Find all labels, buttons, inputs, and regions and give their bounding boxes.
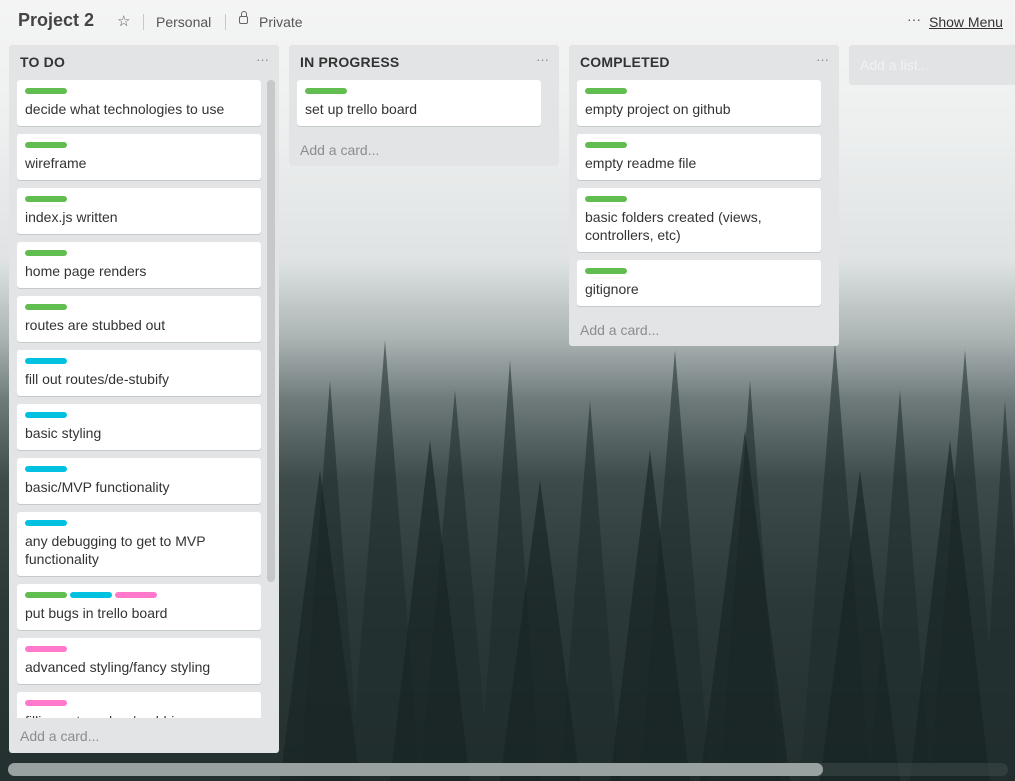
card[interactable]: gitignore xyxy=(577,260,821,306)
list-in-progress: IN PROGRESS ··· set up trello board Add … xyxy=(289,45,559,166)
card-label-green xyxy=(305,88,347,94)
card-title: any debugging to get to MVP functionalit… xyxy=(25,533,206,567)
card-labels xyxy=(25,646,253,652)
more-icon[interactable]: ··· xyxy=(907,11,921,27)
card[interactable]: advanced styling/fancy styling xyxy=(17,638,261,684)
card-labels xyxy=(585,196,813,202)
list-menu-icon[interactable]: ··· xyxy=(256,52,269,67)
card-list: set up trello board xyxy=(297,80,559,140)
card[interactable]: filling out readme/grabbing xyxy=(17,692,261,718)
team-label[interactable]: Personal xyxy=(156,14,211,30)
list-scrollbar[interactable] xyxy=(267,80,275,582)
add-card-button[interactable]: Add a card... xyxy=(300,142,379,158)
board-header: Project 2 ☆ Personal Private ··· Show Me… xyxy=(0,0,1015,44)
card-labels xyxy=(25,520,253,526)
card[interactable]: basic/MVP functionality xyxy=(17,458,261,504)
card-labels xyxy=(25,88,253,94)
card-title: wireframe xyxy=(25,155,87,171)
card-label-pink xyxy=(25,646,67,652)
card-label-green xyxy=(585,142,627,148)
card[interactable]: wireframe xyxy=(17,134,261,180)
add-list-label: Add a list... xyxy=(860,57,930,73)
card[interactable]: any debugging to get to MVP functionalit… xyxy=(17,512,261,576)
lock-icon xyxy=(239,11,248,24)
card-labels xyxy=(25,700,253,706)
card[interactable]: routes are stubbed out xyxy=(17,296,261,342)
card-title: filling out readme/grabbing xyxy=(25,712,253,718)
card-label-green xyxy=(25,304,67,310)
card-label-pink xyxy=(25,700,67,706)
visibility-label[interactable]: Private xyxy=(259,14,303,30)
card-labels xyxy=(585,142,813,148)
card-title: gitignore xyxy=(585,281,639,297)
card-title: index.js written xyxy=(25,209,118,225)
card[interactable]: fill out routes/de-stubify xyxy=(17,350,261,396)
card-title: put bugs in trello board xyxy=(25,605,168,621)
list-menu-icon[interactable]: ··· xyxy=(536,52,549,67)
card-labels xyxy=(585,88,813,94)
horizontal-scrollbar-thumb[interactable] xyxy=(8,763,823,776)
card-label-blue xyxy=(70,592,112,598)
card-labels xyxy=(25,196,253,202)
card[interactable]: decide what technologies to use xyxy=(17,80,261,126)
list-completed: COMPLETED ··· empty project on github emp… xyxy=(569,45,839,346)
card-labels xyxy=(25,592,253,598)
card[interactable]: basic styling xyxy=(17,404,261,450)
card-labels xyxy=(25,466,253,472)
card-label-green xyxy=(25,88,67,94)
card-title: advanced styling/fancy styling xyxy=(25,659,211,675)
card[interactable]: home page renders xyxy=(17,242,261,288)
card-labels xyxy=(25,304,253,310)
add-list-button[interactable]: Add a list... xyxy=(849,45,1015,85)
card-list: empty project on github empty readme file… xyxy=(577,80,839,320)
card-labels xyxy=(25,250,253,256)
list-menu-icon[interactable]: ··· xyxy=(816,52,829,67)
add-card-button[interactable]: Add a card... xyxy=(580,322,659,338)
card-title: empty readme file xyxy=(585,155,697,171)
card-label-pink xyxy=(115,592,157,598)
card-title: decide what technologies to use xyxy=(25,101,225,117)
header-divider xyxy=(143,14,144,30)
card-label-green xyxy=(585,268,627,274)
card-label-green xyxy=(25,250,67,256)
card[interactable]: empty project on github xyxy=(577,80,821,126)
card-label-blue xyxy=(25,358,67,364)
card-title: home page renders xyxy=(25,263,147,279)
card-label-green xyxy=(25,592,67,598)
list-title[interactable]: TO DO xyxy=(20,54,65,70)
list-title[interactable]: COMPLETED xyxy=(580,54,670,70)
card-label-blue xyxy=(25,466,67,472)
card-label-blue xyxy=(25,520,67,526)
card-labels xyxy=(25,412,253,418)
add-card-button[interactable]: Add a card... xyxy=(20,728,99,744)
card-labels xyxy=(25,358,253,364)
card-title: routes are stubbed out xyxy=(25,317,166,333)
card-labels xyxy=(585,268,813,274)
card[interactable]: put bugs in trello board xyxy=(17,584,261,630)
header-divider xyxy=(225,14,226,30)
card-label-green xyxy=(585,196,627,202)
card-title: basic/MVP functionality xyxy=(25,479,170,495)
card[interactable]: index.js written xyxy=(17,188,261,234)
card-title: basic folders created (views, controller… xyxy=(585,209,762,243)
list-title[interactable]: IN PROGRESS xyxy=(300,54,399,70)
card-title: set up trello board xyxy=(305,101,418,117)
card-title: fill out routes/de-stubify xyxy=(25,371,169,387)
show-menu-link[interactable]: Show Menu xyxy=(929,14,1003,30)
card-label-green xyxy=(25,196,67,202)
card-title: basic styling xyxy=(25,425,102,441)
card-label-green xyxy=(25,142,67,148)
card[interactable]: basic folders created (views, controller… xyxy=(577,188,821,252)
card-list: decide what technologies to use wireframe… xyxy=(17,80,271,718)
board-title[interactable]: Project 2 xyxy=(18,10,94,31)
card-label-blue xyxy=(25,412,67,418)
card-labels xyxy=(305,88,533,94)
card-title: empty project on github xyxy=(585,101,731,117)
list-todo: TO DO ··· decide what technologies to us… xyxy=(9,45,279,753)
card[interactable]: set up trello board xyxy=(297,80,541,126)
card-labels xyxy=(25,142,253,148)
star-icon[interactable]: ☆ xyxy=(117,12,130,30)
card-label-green xyxy=(585,88,627,94)
card[interactable]: empty readme file xyxy=(577,134,821,180)
